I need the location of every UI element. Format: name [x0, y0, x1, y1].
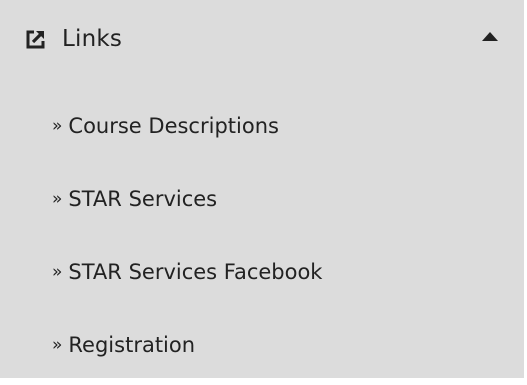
link-label: STAR Services	[68, 187, 218, 211]
list-item: » STAR Services Facebook	[0, 238, 524, 311]
external-link-icon	[25, 28, 47, 50]
bullet-icon: »	[52, 262, 63, 282]
link-star-services[interactable]: » STAR Services	[52, 183, 217, 217]
links-panel: Links » Course Descriptions » STAR Service…	[0, 0, 524, 378]
links-section-toggle[interactable]: Links	[0, 0, 524, 82]
bullet-icon: »	[52, 335, 63, 355]
link-label: Registration	[68, 333, 196, 357]
list-item: » STAR Services	[0, 165, 524, 238]
link-registration[interactable]: » Registration	[52, 329, 195, 363]
link-course-descriptions[interactable]: » Course Descriptions	[52, 110, 279, 144]
link-label: STAR Services Facebook	[68, 260, 323, 284]
caret-up-icon[interactable]	[482, 32, 498, 41]
link-label: Course Descriptions	[68, 114, 279, 138]
bullet-icon: »	[52, 189, 63, 209]
link-star-services-facebook[interactable]: » STAR Services Facebook	[52, 256, 322, 290]
section-title: Links	[62, 26, 123, 52]
links-list: » Course Descriptions » STAR Services » STA…	[0, 92, 524, 384]
bullet-icon: »	[52, 116, 63, 136]
list-item: » Course Descriptions	[0, 92, 524, 165]
list-item: » Registration	[0, 311, 524, 384]
